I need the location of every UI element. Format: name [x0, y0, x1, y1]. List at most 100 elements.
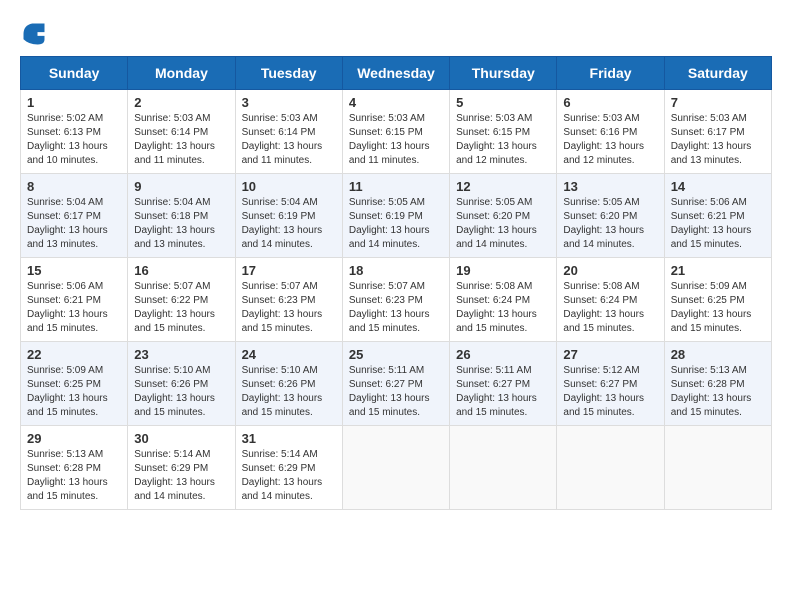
day-info: Sunrise: 5:07 AM Sunset: 6:22 PM Dayligh…: [134, 280, 228, 336]
calendar-table: SundayMondayTuesdayWednesdayThursdayFrid…: [20, 56, 772, 510]
day-number: 24: [242, 347, 336, 362]
day-number: 7: [671, 95, 765, 110]
calendar-cell: 17 Sunrise: 5:07 AM Sunset: 6:23 PM Dayli…: [235, 258, 342, 342]
day-number: 23: [134, 347, 228, 362]
day-info: Sunrise: 5:03 AM Sunset: 6:16 PM Dayligh…: [563, 112, 657, 168]
day-info: Sunrise: 5:07 AM Sunset: 6:23 PM Dayligh…: [349, 280, 443, 336]
day-info: Sunrise: 5:02 AM Sunset: 6:13 PM Dayligh…: [27, 112, 121, 168]
calendar-cell: 1 Sunrise: 5:02 AM Sunset: 6:13 PM Daylig…: [21, 90, 128, 174]
calendar-header: SundayMondayTuesdayWednesdayThursdayFrid…: [21, 57, 772, 90]
day-info: Sunrise: 5:05 AM Sunset: 6:20 PM Dayligh…: [563, 196, 657, 252]
day-number: 27: [563, 347, 657, 362]
day-info: Sunrise: 5:06 AM Sunset: 6:21 PM Dayligh…: [27, 280, 121, 336]
day-info: Sunrise: 5:03 AM Sunset: 6:15 PM Dayligh…: [456, 112, 550, 168]
day-info: Sunrise: 5:13 AM Sunset: 6:28 PM Dayligh…: [27, 448, 121, 504]
day-info: Sunrise: 5:11 AM Sunset: 6:27 PM Dayligh…: [456, 364, 550, 420]
calendar-cell: 30 Sunrise: 5:14 AM Sunset: 6:29 PM Dayli…: [128, 426, 235, 510]
calendar-week-2: 8 Sunrise: 5:04 AM Sunset: 6:17 PM Daylig…: [21, 174, 772, 258]
day-info: Sunrise: 5:14 AM Sunset: 6:29 PM Dayligh…: [242, 448, 336, 504]
day-number: 13: [563, 179, 657, 194]
day-info: Sunrise: 5:10 AM Sunset: 6:26 PM Dayligh…: [134, 364, 228, 420]
day-number: 15: [27, 263, 121, 278]
day-info: Sunrise: 5:13 AM Sunset: 6:28 PM Dayligh…: [671, 364, 765, 420]
day-number: 29: [27, 431, 121, 446]
calendar-cell: 26 Sunrise: 5:11 AM Sunset: 6:27 PM Dayli…: [450, 342, 557, 426]
logo-icon: [20, 20, 48, 48]
day-number: 9: [134, 179, 228, 194]
day-info: Sunrise: 5:12 AM Sunset: 6:27 PM Dayligh…: [563, 364, 657, 420]
day-number: 28: [671, 347, 765, 362]
calendar-cell: 29 Sunrise: 5:13 AM Sunset: 6:28 PM Dayli…: [21, 426, 128, 510]
day-info: Sunrise: 5:04 AM Sunset: 6:17 PM Dayligh…: [27, 196, 121, 252]
calendar-cell: 19 Sunrise: 5:08 AM Sunset: 6:24 PM Dayli…: [450, 258, 557, 342]
calendar-cell: 2Sunrise: 5:03 AM Sunset: 6:14 PM Daylig…: [128, 90, 235, 174]
calendar-cell: 16 Sunrise: 5:07 AM Sunset: 6:22 PM Dayli…: [128, 258, 235, 342]
calendar-cell: 18 Sunrise: 5:07 AM Sunset: 6:23 PM Dayli…: [342, 258, 449, 342]
calendar-cell: 5 Sunrise: 5:03 AM Sunset: 6:15 PM Daylig…: [450, 90, 557, 174]
day-number: 26: [456, 347, 550, 362]
day-number: 5: [456, 95, 550, 110]
day-number: 2: [134, 95, 228, 110]
calendar-cell: 24 Sunrise: 5:10 AM Sunset: 6:26 PM Dayli…: [235, 342, 342, 426]
weekday-header-saturday: Saturday: [664, 57, 771, 90]
day-number: 31: [242, 431, 336, 446]
day-number: 10: [242, 179, 336, 194]
day-info: Sunrise: 5:06 AM Sunset: 6:21 PM Dayligh…: [671, 196, 765, 252]
calendar-cell: 3Sunrise: 5:03 AM Sunset: 6:14 PM Daylig…: [235, 90, 342, 174]
calendar-cell: [664, 426, 771, 510]
weekday-header-wednesday: Wednesday: [342, 57, 449, 90]
calendar-cell: [557, 426, 664, 510]
day-number: 1: [27, 95, 121, 110]
day-number: 3: [242, 95, 336, 110]
calendar-cell: 13 Sunrise: 5:05 AM Sunset: 6:20 PM Dayli…: [557, 174, 664, 258]
calendar-cell: 31 Sunrise: 5:14 AM Sunset: 6:29 PM Dayli…: [235, 426, 342, 510]
day-number: 11: [349, 179, 443, 194]
day-info: Sunrise: 5:08 AM Sunset: 6:24 PM Dayligh…: [563, 280, 657, 336]
weekday-header-friday: Friday: [557, 57, 664, 90]
day-number: 6: [563, 95, 657, 110]
calendar-cell: 6 Sunrise: 5:03 AM Sunset: 6:16 PM Daylig…: [557, 90, 664, 174]
weekday-header-monday: Monday: [128, 57, 235, 90]
calendar-cell: [450, 426, 557, 510]
calendar-week-4: 22Sunrise: 5:09 AM Sunset: 6:25 PM Dayli…: [21, 342, 772, 426]
calendar-cell: 23 Sunrise: 5:10 AM Sunset: 6:26 PM Dayli…: [128, 342, 235, 426]
calendar-cell: 9 Sunrise: 5:04 AM Sunset: 6:18 PM Daylig…: [128, 174, 235, 258]
day-info: Sunrise: 5:10 AM Sunset: 6:26 PM Dayligh…: [242, 364, 336, 420]
day-info: Sunrise: 5:14 AM Sunset: 6:29 PM Dayligh…: [134, 448, 228, 504]
day-info: Sunrise: 5:04 AM Sunset: 6:18 PM Dayligh…: [134, 196, 228, 252]
day-info: Sunrise: 5:09 AM Sunset: 6:25 PM Dayligh…: [671, 280, 765, 336]
day-number: 8: [27, 179, 121, 194]
calendar-cell: 22Sunrise: 5:09 AM Sunset: 6:25 PM Dayli…: [21, 342, 128, 426]
day-number: 30: [134, 431, 228, 446]
day-number: 20: [563, 263, 657, 278]
weekday-header-row: SundayMondayTuesdayWednesdayThursdayFrid…: [21, 57, 772, 90]
calendar-cell: 10 Sunrise: 5:04 AM Sunset: 6:19 PM Dayli…: [235, 174, 342, 258]
page-header: [20, 20, 772, 48]
calendar-cell: 28 Sunrise: 5:13 AM Sunset: 6:28 PM Dayli…: [664, 342, 771, 426]
day-number: 25: [349, 347, 443, 362]
day-info: Sunrise: 5:08 AM Sunset: 6:24 PM Dayligh…: [456, 280, 550, 336]
day-info: Sunrise: 5:05 AM Sunset: 6:20 PM Dayligh…: [456, 196, 550, 252]
day-number: 19: [456, 263, 550, 278]
calendar-cell: 27 Sunrise: 5:12 AM Sunset: 6:27 PM Dayli…: [557, 342, 664, 426]
day-info: Sunrise: 5:03 AM Sunset: 6:17 PM Dayligh…: [671, 112, 765, 168]
calendar-cell: 25 Sunrise: 5:11 AM Sunset: 6:27 PM Dayli…: [342, 342, 449, 426]
calendar-week-3: 15 Sunrise: 5:06 AM Sunset: 6:21 PM Dayli…: [21, 258, 772, 342]
day-info: Sunrise: 5:03 AM Sunset: 6:15 PM Dayligh…: [349, 112, 443, 168]
weekday-header-tuesday: Tuesday: [235, 57, 342, 90]
calendar-cell: 8 Sunrise: 5:04 AM Sunset: 6:17 PM Daylig…: [21, 174, 128, 258]
calendar-cell: 12Sunrise: 5:05 AM Sunset: 6:20 PM Dayli…: [450, 174, 557, 258]
calendar-cell: 4 Sunrise: 5:03 AM Sunset: 6:15 PM Daylig…: [342, 90, 449, 174]
day-number: 16: [134, 263, 228, 278]
day-number: 4: [349, 95, 443, 110]
calendar-cell: 7 Sunrise: 5:03 AM Sunset: 6:17 PM Daylig…: [664, 90, 771, 174]
day-number: 17: [242, 263, 336, 278]
logo: [20, 20, 52, 48]
day-info: Sunrise: 5:04 AM Sunset: 6:19 PM Dayligh…: [242, 196, 336, 252]
day-info: Sunrise: 5:11 AM Sunset: 6:27 PM Dayligh…: [349, 364, 443, 420]
day-number: 18: [349, 263, 443, 278]
day-info: Sunrise: 5:07 AM Sunset: 6:23 PM Dayligh…: [242, 280, 336, 336]
day-info: Sunrise: 5:05 AM Sunset: 6:19 PM Dayligh…: [349, 196, 443, 252]
calendar-week-1: 1 Sunrise: 5:02 AM Sunset: 6:13 PM Daylig…: [21, 90, 772, 174]
calendar-cell: 15 Sunrise: 5:06 AM Sunset: 6:21 PM Dayli…: [21, 258, 128, 342]
